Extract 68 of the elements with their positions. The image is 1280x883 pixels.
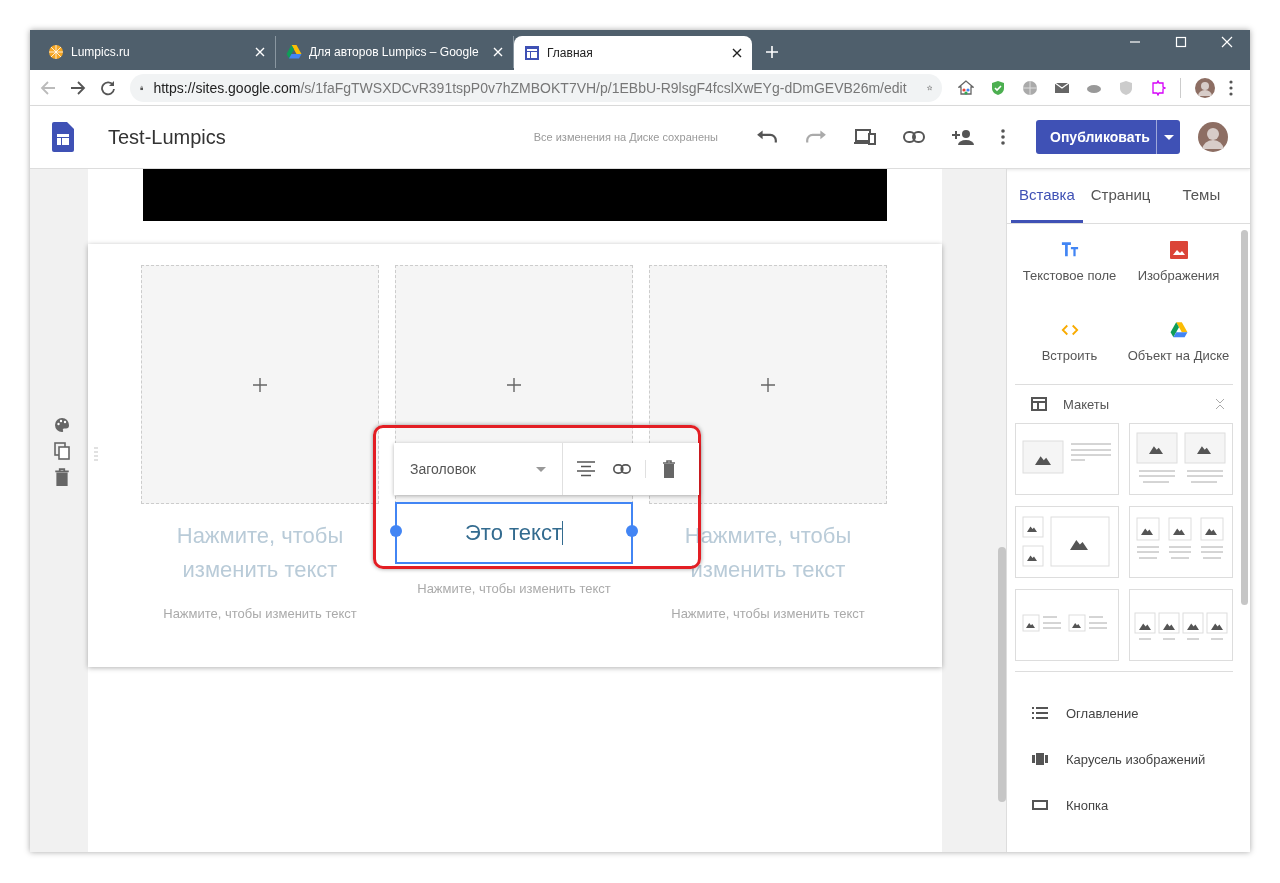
layout-icon: [1031, 397, 1047, 411]
panel-tab[interactable]: Вставка: [1011, 169, 1083, 223]
publish-dropdown[interactable]: [1156, 120, 1180, 154]
caret-icon: [536, 466, 546, 472]
menu-icon[interactable]: [1229, 79, 1233, 96]
delete-icon[interactable]: [645, 460, 676, 478]
insert-item[interactable]: Изображения: [1124, 224, 1233, 300]
panel-tab[interactable]: Темы: [1174, 169, 1229, 223]
maximize-icon[interactable]: [1175, 36, 1187, 48]
copy-icon[interactable]: [54, 442, 70, 460]
publish-button[interactable]: Опубликовать: [1036, 120, 1156, 154]
add-icon: [507, 377, 521, 392]
layout-thumbnail[interactable]: [1015, 423, 1119, 495]
address-field[interactable]: https://sites.google.com/s/1faFgTWSXDCvR391tspP0v7hZMBOKT7VH/p/1EBbU-R9lsgF4fcslXwEYg-dDmGEVB26m/edit: [130, 73, 942, 102]
house-extension-icon[interactable]: [958, 79, 974, 96]
layout-thumbnail[interactable]: [1129, 423, 1233, 495]
insert-item[interactable]: Текстовое поле: [1015, 224, 1124, 300]
drive-icon: [286, 44, 302, 60]
avatar[interactable]: [1195, 77, 1215, 98]
delete-icon[interactable]: [54, 468, 70, 486]
save-status: Все изменения на Диске сохранены: [533, 131, 718, 143]
add-person-icon[interactable]: [952, 129, 974, 145]
layout-thumbnail[interactable]: [1129, 506, 1233, 578]
forward-icon[interactable]: [70, 79, 86, 96]
scrollbar[interactable]: [998, 547, 1006, 802]
layouts-heading[interactable]: Макеты: [1063, 396, 1110, 412]
site-favicon-icon: [48, 44, 64, 60]
browser-tab[interactable]: Главная: [514, 36, 752, 70]
style-dropdown[interactable]: Заголовок: [394, 443, 563, 495]
scrollbar[interactable]: [1241, 230, 1248, 605]
layout-thumbnail[interactable]: [1129, 589, 1233, 661]
carousel-icon: [1032, 753, 1048, 765]
insert-item[interactable]: Встроить: [1015, 300, 1124, 384]
list-icon: [1032, 707, 1048, 719]
devices-icon[interactable]: [854, 129, 876, 145]
align-center-icon[interactable]: [577, 461, 595, 477]
more-icon[interactable]: [1001, 129, 1005, 145]
image-icon: [1169, 241, 1188, 259]
avatar[interactable]: [1198, 122, 1228, 152]
add-icon: [761, 377, 775, 392]
caret-icon: [1163, 134, 1174, 140]
close-icon[interactable]: [732, 48, 742, 58]
undo-icon[interactable]: [756, 129, 778, 145]
sites-logo-icon[interactable]: [52, 122, 74, 152]
link-icon[interactable]: [613, 461, 631, 477]
layout-thumbnail[interactable]: [1015, 506, 1119, 578]
palette-icon[interactable]: [54, 416, 70, 434]
resize-handle[interactable]: [390, 525, 402, 537]
component-item[interactable]: Оглавление: [1015, 690, 1139, 736]
link-icon[interactable]: [903, 129, 925, 145]
site-title[interactable]: Test-Lumpics: [108, 125, 226, 149]
text-box[interactable]: Это текст: [395, 502, 633, 564]
browser-tab[interactable]: Lumpics.ru: [38, 36, 276, 68]
component-item[interactable]: Карусель изображений: [1015, 736, 1206, 782]
reload-icon[interactable]: [100, 79, 116, 96]
text-icon: [1060, 241, 1079, 259]
insert-item[interactable]: Объект на Диске: [1124, 300, 1233, 384]
drive-icon: [1169, 321, 1188, 339]
puzzle-icon[interactable]: [1150, 79, 1166, 96]
resize-handle[interactable]: [626, 525, 638, 537]
add-icon: [253, 377, 267, 392]
panel-tab[interactable]: Страниц: [1082, 169, 1159, 223]
button-icon: [1032, 799, 1048, 811]
layout-thumbnail[interactable]: [1015, 589, 1119, 661]
new-tab-icon[interactable]: [766, 46, 778, 58]
component-item[interactable]: Кнопка: [1015, 782, 1109, 828]
shield-check-icon[interactable]: [990, 79, 1006, 96]
sites-icon: [524, 45, 540, 61]
